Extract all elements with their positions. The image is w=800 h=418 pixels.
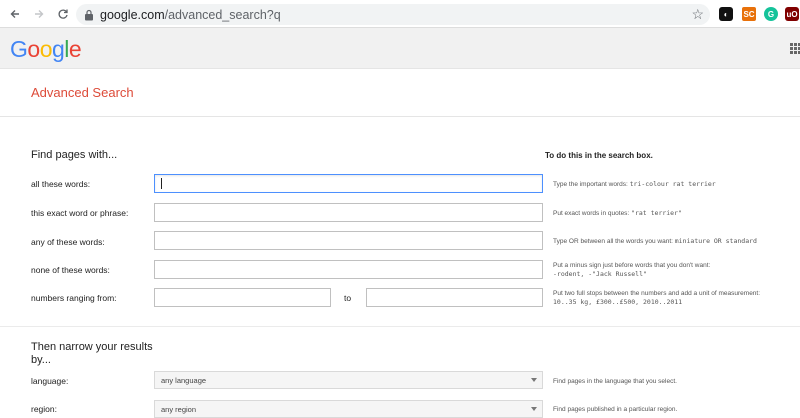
dropdown-arrow-icon bbox=[531, 407, 537, 411]
page-title: Advanced Search bbox=[31, 85, 134, 100]
apps-grid-icon[interactable] bbox=[790, 43, 800, 54]
google-logo[interactable]: Google bbox=[10, 36, 82, 63]
logo-letter: g bbox=[51, 36, 65, 62]
all-words-hint: Type the important words: tri-colour rat… bbox=[553, 180, 798, 189]
language-selected: any language bbox=[161, 375, 207, 385]
region-hint: Find pages published in a particular reg… bbox=[553, 406, 678, 413]
any-words-input[interactable] bbox=[154, 231, 543, 250]
range-to-label: to bbox=[344, 293, 352, 303]
hint-text: Put exact words in quotes: bbox=[553, 210, 632, 217]
number-range-label: numbers ranging from: bbox=[31, 293, 117, 303]
hint-code: 10..35 kg, £300..£500, 2010..2011 bbox=[553, 298, 683, 306]
exact-phrase-hint: Put exact words in quotes: "rat terrier" bbox=[553, 209, 798, 218]
hint-code: tri-colour rat terrier bbox=[629, 180, 716, 188]
forward-button[interactable] bbox=[28, 3, 50, 25]
section-divider bbox=[0, 326, 800, 327]
address-bar[interactable]: google.com/advanced_search?q ☆ bbox=[76, 4, 710, 25]
none-words-hint: Put a minus sign just before words that … bbox=[553, 261, 798, 279]
extension-ublock-icon[interactable]: uO bbox=[785, 7, 799, 21]
hint-code: -rodent, -"Jack Russell" bbox=[553, 270, 647, 278]
hint-text: Type OR between all the words you want: bbox=[553, 238, 675, 245]
find-pages-heading: Find pages with... bbox=[31, 149, 118, 161]
reload-button[interactable] bbox=[52, 3, 74, 25]
hint-code: "rat terrier" bbox=[631, 209, 682, 217]
hint-text: Put a minus sign just before words that … bbox=[553, 262, 711, 269]
logo-letter: e bbox=[68, 36, 82, 62]
hint-heading: To do this in the search box. bbox=[545, 151, 653, 160]
back-button[interactable] bbox=[4, 3, 26, 25]
lock-icon bbox=[85, 9, 93, 20]
bookmark-star-icon[interactable]: ☆ bbox=[691, 6, 704, 23]
text-caret bbox=[161, 178, 162, 189]
exact-phrase-label: this exact word or phrase: bbox=[31, 208, 129, 218]
narrow-heading-line1: Then narrow your results bbox=[31, 341, 153, 353]
range-to-input[interactable] bbox=[366, 288, 543, 307]
narrow-heading: Then narrow your results by... bbox=[31, 341, 153, 367]
extension-orange-icon[interactable]: SC bbox=[742, 7, 756, 21]
hint-code: miniature OR standard bbox=[674, 237, 757, 245]
exact-phrase-input[interactable] bbox=[154, 203, 543, 222]
google-header: Google bbox=[0, 28, 800, 69]
dropdown-arrow-icon bbox=[531, 378, 537, 382]
any-words-label: any of these words: bbox=[31, 237, 105, 247]
language-label: language: bbox=[31, 376, 69, 386]
extension-dark-icon[interactable]: ◐ bbox=[719, 7, 733, 21]
url-path: /advanced_search?q bbox=[164, 7, 281, 22]
reload-icon bbox=[58, 9, 68, 19]
any-words-hint: Type OR between all the words you want: … bbox=[553, 237, 798, 246]
language-hint: Find pages in the language that you sele… bbox=[553, 378, 677, 385]
logo-letter: G bbox=[10, 36, 28, 62]
language-select[interactable]: any language bbox=[154, 371, 543, 389]
region-select[interactable]: any region bbox=[154, 400, 543, 418]
all-words-input[interactable] bbox=[154, 174, 543, 193]
url-host: google.com bbox=[100, 7, 165, 22]
number-range-hint: Put two full stops between the numbers a… bbox=[553, 289, 798, 307]
none-words-label: none of these words: bbox=[31, 265, 110, 275]
region-label: region: bbox=[31, 404, 57, 414]
extension-grammarly-icon[interactable]: G bbox=[764, 7, 778, 21]
logo-letter: o bbox=[27, 36, 40, 62]
logo-letter: o bbox=[39, 36, 53, 62]
all-words-label: all these words: bbox=[31, 179, 91, 189]
arrow-left-icon bbox=[10, 9, 19, 18]
url-text: google.com/advanced_search?q bbox=[100, 8, 281, 22]
hint-text: Put two full stops between the numbers a… bbox=[553, 290, 761, 297]
narrow-heading-line2: by... bbox=[31, 354, 51, 366]
browser-toolbar: google.com/advanced_search?q ☆ ◐ SC G uO bbox=[0, 0, 800, 28]
hint-text: Type the important words: bbox=[553, 181, 630, 188]
arrow-right-icon bbox=[35, 9, 44, 18]
region-selected: any region bbox=[161, 404, 197, 414]
range-from-input[interactable] bbox=[154, 288, 331, 307]
none-words-input[interactable] bbox=[154, 260, 543, 279]
